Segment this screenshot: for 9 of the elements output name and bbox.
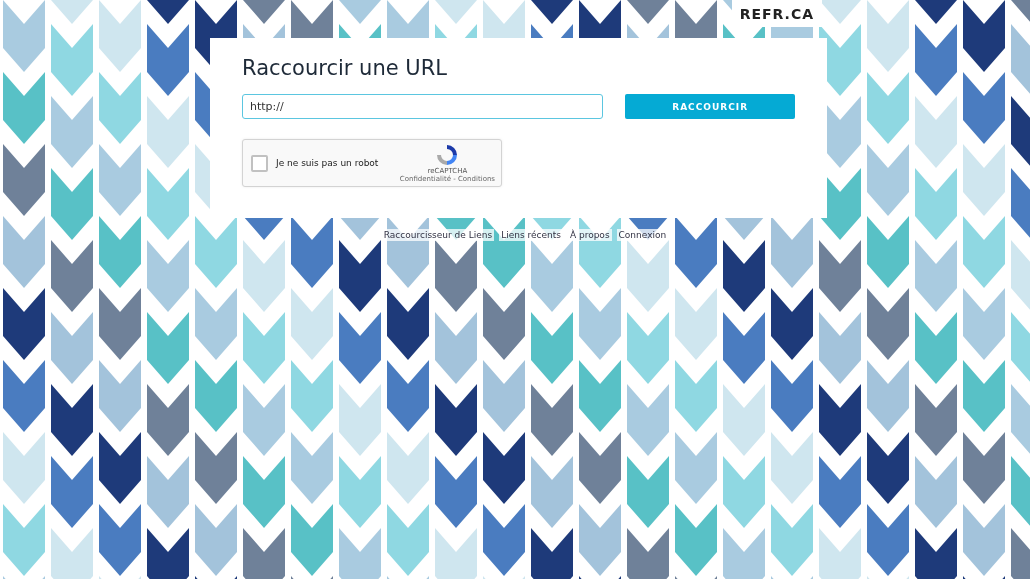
footer-link[interactable]: Connexion	[616, 229, 669, 241]
url-input-field[interactable]: http://	[242, 94, 604, 119]
footer-link[interactable]: À propos	[567, 229, 612, 241]
site-logo[interactable]: REFR.CA	[731, 0, 822, 27]
footer-link[interactable]: Raccourcisseur de Liens	[381, 229, 495, 241]
footer-link[interactable]: Liens récents	[499, 229, 563, 241]
page-title: Raccourcir une URL	[242, 56, 448, 80]
captcha-label: Je ne suis pas un robot	[276, 158, 380, 168]
captcha-checkbox[interactable]	[251, 154, 268, 172]
